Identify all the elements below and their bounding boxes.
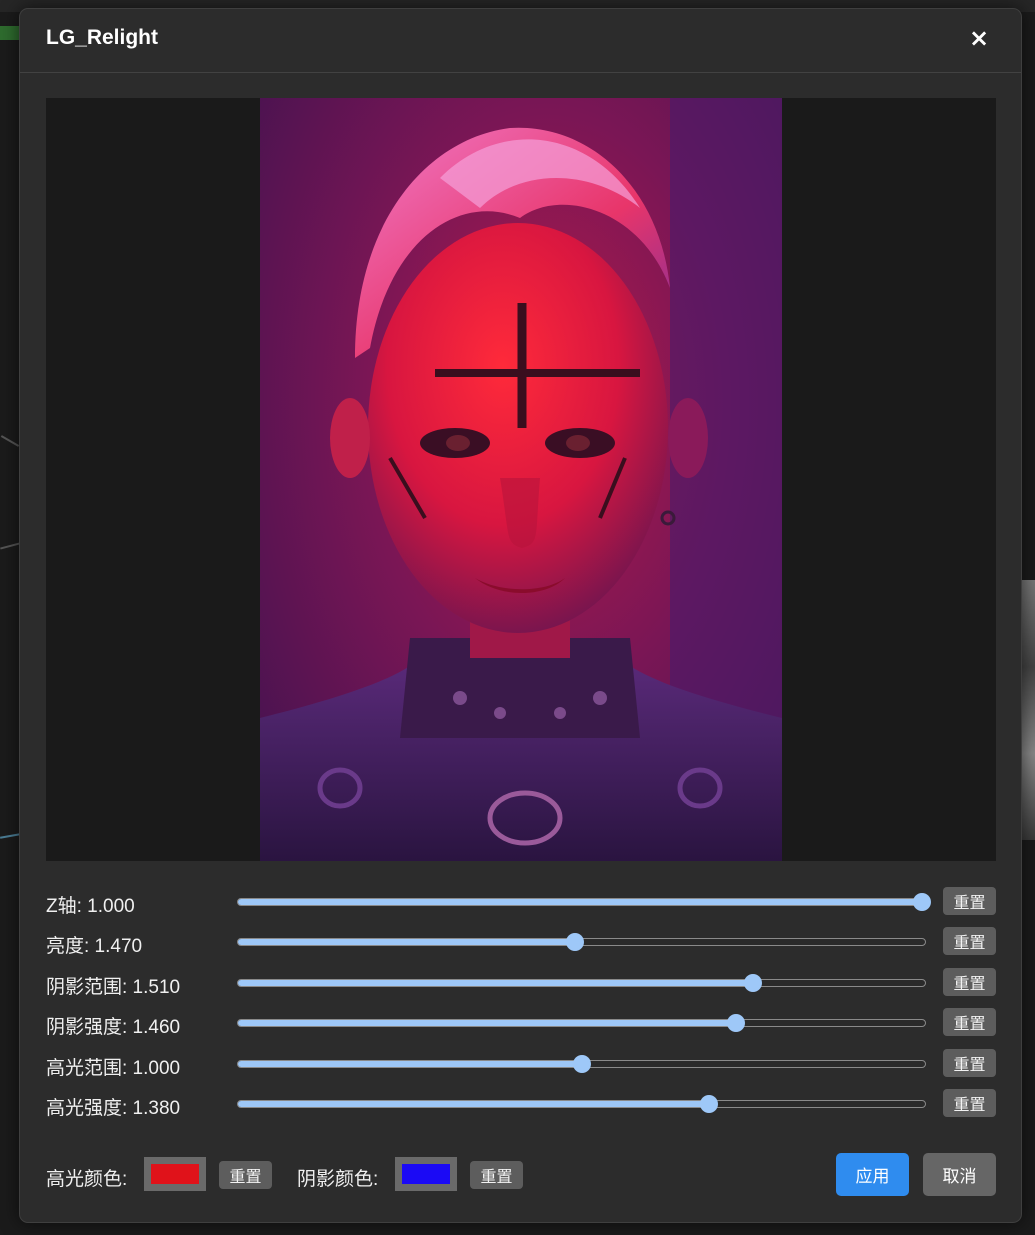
highlight-range-label: 高光范围: 1.000 [46, 1058, 181, 1079]
z-axis-row: Z轴: 1.000 重置 [46, 887, 996, 917]
background-node-thumbnail [1020, 580, 1035, 840]
highlight-color-reset-button[interactable]: 重置 [219, 1161, 272, 1189]
slider-fill [238, 980, 754, 986]
close-icon[interactable]: × [964, 23, 994, 53]
background-connection-line [0, 435, 20, 447]
slider-thumb[interactable] [699, 1095, 718, 1113]
z-axis-slider[interactable] [237, 893, 931, 911]
relight-dialog: LG_Relight × Z轴: 1.000 重置 亮度: 1.470 重置 阴… [19, 8, 1022, 1223]
background-status-chip [0, 26, 20, 40]
dialog-title-bar: LG_Relight × [20, 9, 1021, 73]
slider-thumb[interactable] [744, 974, 763, 992]
image-preview [46, 98, 996, 861]
slider-fill [238, 1020, 737, 1026]
slider-fill [238, 939, 575, 945]
shadow-strength-reset-button[interactable]: 重置 [943, 1008, 996, 1036]
shadow-color-reset-button[interactable]: 重置 [470, 1161, 523, 1189]
background-connection-line [0, 542, 20, 550]
relit-portrait-image [260, 98, 782, 861]
brightness-label: 亮度: 1.470 [46, 936, 143, 957]
dialog-title: LG_Relight [46, 26, 159, 49]
highlight-range-row: 高光范围: 1.000 重置 [46, 1049, 996, 1079]
highlight-strength-reset-button[interactable]: 重置 [943, 1089, 996, 1117]
highlight-color-label: 高光颜色: [46, 1169, 128, 1190]
slider-fill [238, 1061, 582, 1067]
shadow-color-fill [402, 1164, 450, 1184]
shadow-strength-row: 阴影强度: 1.460 重置 [46, 1008, 996, 1038]
slider-fill [238, 899, 922, 905]
z-axis-reset-button[interactable]: 重置 [943, 887, 996, 915]
brightness-reset-button[interactable]: 重置 [943, 927, 996, 955]
highlight-color-fill [151, 1164, 199, 1184]
shadow-color-swatch[interactable] [395, 1157, 457, 1191]
shadow-range-label: 阴影范围: 1.510 [46, 977, 181, 998]
apply-button[interactable]: 应用 [836, 1153, 909, 1196]
shadow-color-label: 阴影颜色: [297, 1169, 379, 1190]
shadow-strength-label: 阴影强度: 1.460 [46, 1017, 181, 1038]
shadow-range-slider[interactable] [237, 974, 926, 992]
highlight-color-swatch[interactable] [144, 1157, 206, 1191]
slider-thumb[interactable] [572, 1055, 591, 1073]
highlight-strength-slider[interactable] [237, 1095, 926, 1113]
shadow-strength-slider[interactable] [237, 1014, 926, 1032]
slider-thumb[interactable] [727, 1014, 746, 1032]
highlight-strength-label: 高光强度: 1.380 [46, 1098, 181, 1119]
slider-fill [238, 1101, 709, 1107]
z-axis-label: Z轴: 1.000 [46, 896, 135, 917]
dialog-footer: 高光颜色: 重置 阴影颜色: 重置 应用 取消 [46, 1153, 996, 1197]
slider-thumb[interactable] [912, 893, 931, 911]
portrait-illustration [260, 98, 782, 861]
background-connection-line [0, 833, 21, 839]
brightness-slider[interactable] [237, 933, 926, 951]
highlight-strength-row: 高光强度: 1.380 重置 [46, 1089, 996, 1119]
brightness-row: 亮度: 1.470 重置 [46, 927, 996, 957]
slider-thumb[interactable] [565, 933, 584, 951]
highlight-range-reset-button[interactable]: 重置 [943, 1049, 996, 1077]
shadow-range-reset-button[interactable]: 重置 [943, 968, 996, 996]
shadow-range-row: 阴影范围: 1.510 重置 [46, 968, 996, 998]
cancel-button[interactable]: 取消 [923, 1153, 996, 1196]
highlight-range-slider[interactable] [237, 1055, 926, 1073]
